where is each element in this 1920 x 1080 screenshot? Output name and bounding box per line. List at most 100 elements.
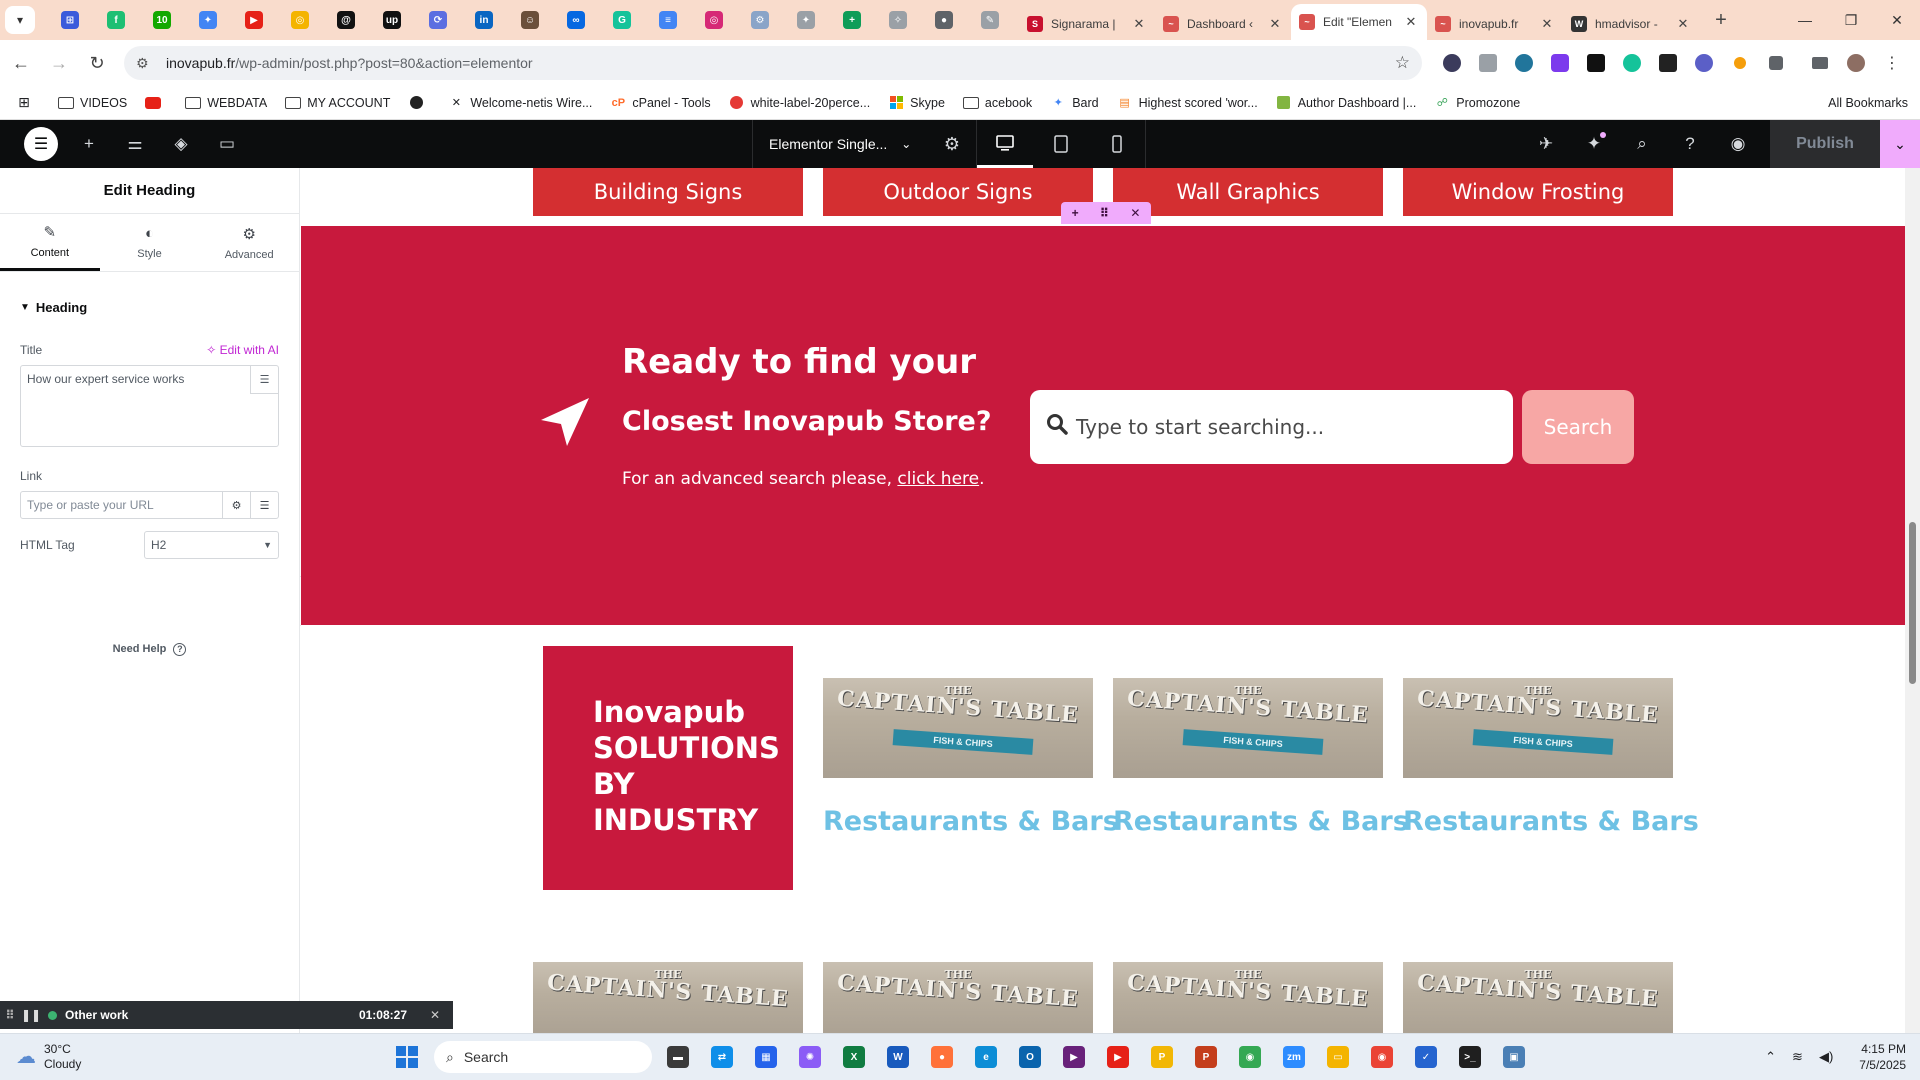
reading-list-icon[interactable] [1802, 48, 1838, 78]
tab-content[interactable]: ✎ Content [0, 214, 100, 271]
category-button[interactable]: Building Signs [533, 168, 803, 216]
clock[interactable]: 4:15 PM 7/5/2025 [1859, 1041, 1906, 1073]
add-element-icon[interactable]: + [66, 120, 112, 168]
taskbar-app[interactable]: ✓ [1404, 1040, 1448, 1074]
scrollbar-thumb[interactable] [1909, 522, 1916, 684]
html-tag-select[interactable]: H2 ▼ [144, 531, 279, 559]
pinned-tab[interactable]: 10 [139, 5, 185, 35]
mobile-view-icon[interactable] [1089, 120, 1145, 168]
store-search-input[interactable]: Type to start searching... [1030, 390, 1513, 464]
add-section-icon[interactable]: + [1072, 206, 1079, 220]
bookmark-item[interactable]: ✕ Welcome-netis Wire... [448, 96, 593, 110]
reload-button[interactable]: ↻ [80, 46, 114, 80]
extension-k-icon[interactable] [1434, 48, 1470, 78]
pinned-tab[interactable]: ⟳ [415, 5, 461, 35]
bookmark-item[interactable]: MY ACCOUNT [285, 96, 390, 110]
close-icon[interactable]: ✕ [425, 1008, 445, 1022]
bookmark-star-icon[interactable]: ☆ [1395, 53, 1410, 73]
taskbar-app[interactable]: ▶ [1096, 1040, 1140, 1074]
bookmark-item[interactable]: white-label-20perce... [729, 96, 870, 110]
industry-image[interactable]: THE CAPTAIN'S TABLE FISH & CHIPS [823, 678, 1093, 778]
industry-label[interactable]: Restaurants & Bars [1403, 806, 1699, 837]
delete-section-icon[interactable]: ✕ [1130, 206, 1140, 220]
pinned-tab[interactable]: ✧ [875, 5, 921, 35]
tab-advanced[interactable]: ⚙ Advanced [199, 214, 299, 271]
chrome-menu-icon[interactable]: ⋮ [1874, 48, 1910, 78]
wordpress-extension-icon[interactable] [1506, 48, 1542, 78]
pinned-tab[interactable]: ∞ [553, 5, 599, 35]
close-tab-icon[interactable]: ✕ [1675, 16, 1691, 32]
pinned-tab[interactable]: ≡ [645, 5, 691, 35]
bookmark-item[interactable] [145, 96, 167, 110]
bookmark-item[interactable]: cP cPanel - Tools [610, 96, 711, 110]
pinned-tab[interactable]: ⊞ [47, 5, 93, 35]
industry-label[interactable]: Restaurants & Bars [1113, 806, 1409, 837]
browser-tab[interactable]: ~ inovapub.fr ✕ [1427, 8, 1563, 40]
pinned-tab[interactable]: f [93, 5, 139, 35]
advanced-search-link[interactable]: click here [897, 469, 979, 489]
browser-tab[interactable]: ~ Dashboard ‹ ✕ [1155, 8, 1291, 40]
profile-avatar[interactable] [1838, 48, 1874, 78]
page-settings-gear-icon[interactable]: ⚙ [928, 120, 976, 168]
site-info-icon[interactable]: ⚙ [136, 55, 158, 72]
all-bookmarks[interactable]: All Bookmarks [1822, 96, 1908, 110]
close-tab-icon[interactable]: ✕ [1539, 16, 1555, 32]
whats-new-icon[interactable]: ✦ [1570, 120, 1618, 168]
taskbar-search[interactable]: ⌕ Search [434, 1041, 652, 1073]
minimize-button[interactable]: — [1782, 0, 1828, 40]
forward-button[interactable]: → [42, 46, 76, 80]
publish-options-chevron-icon[interactable]: ⌄ [1880, 120, 1920, 168]
weather-widget[interactable]: ☁ 30°C Cloudy [16, 1042, 81, 1072]
taskbar-app[interactable]: O [1008, 1040, 1052, 1074]
address-bar[interactable]: ⚙ inovapub.fr/wp-admin/post.php?post=80&… [124, 46, 1422, 80]
bookmark-item[interactable]: VIDEOS [58, 96, 127, 110]
purple-extension-icon[interactable] [1542, 48, 1578, 78]
taskbar-app[interactable]: ▭ [1316, 1040, 1360, 1074]
close-tab-icon[interactable]: ✕ [1267, 16, 1283, 32]
pinned-tab[interactable]: ⚙ [737, 5, 783, 35]
bookmark-item[interactable] [408, 96, 430, 110]
pinned-tab[interactable]: ▶ [231, 5, 277, 35]
chevron-up-icon[interactable]: ⌃ [1765, 1049, 1776, 1065]
tablet-view-icon[interactable] [1033, 120, 1089, 168]
structure-layers-icon[interactable]: ◈ [158, 120, 204, 168]
title-textarea[interactable]: How our expert service works ☰ [20, 365, 279, 447]
new-tab-button[interactable]: + [1707, 9, 1735, 32]
f-extension-icon[interactable] [1650, 48, 1686, 78]
publish-button[interactable]: Publish [1770, 120, 1880, 168]
comments-icon[interactable]: ▭ [204, 120, 250, 168]
pencil-extension-icon[interactable] [1722, 48, 1758, 78]
pinned-tab[interactable]: ☺ [507, 5, 553, 35]
browser-tab[interactable]: S Signarama | ✕ [1019, 8, 1155, 40]
taskbar-app[interactable]: zm [1272, 1040, 1316, 1074]
pinned-tab[interactable]: ✦ [185, 5, 231, 35]
link-url-input[interactable]: Type or paste your URL ⚙ ☰ [20, 491, 279, 519]
pinned-tab[interactable]: up [369, 5, 415, 35]
category-button[interactable]: Wall Graphics [1113, 168, 1383, 216]
taskbar-app[interactable]: ◉ [1360, 1040, 1404, 1074]
pinned-tab[interactable]: ✎ [967, 5, 1013, 35]
link-options-gear-icon[interactable]: ⚙ [222, 492, 250, 518]
apps-grid-icon[interactable]: ⊞ [16, 94, 38, 110]
bookmark-item[interactable]: WEBDATA [185, 96, 267, 110]
industry-label[interactable]: Restaurants & Bars [823, 806, 1119, 837]
tab-search-button[interactable]: ▾ [5, 6, 35, 34]
need-help-link[interactable]: Need Help ? [0, 643, 299, 656]
link-dynamic-tags-icon[interactable]: ☰ [250, 492, 278, 518]
preview-eye-icon[interactable]: ◉ [1714, 120, 1762, 168]
bookmark-item[interactable]: Skype [888, 96, 945, 110]
browser-tab[interactable]: Whmadvisor - ✕ [1563, 8, 1699, 40]
puzzle-extensions-icon[interactable] [1758, 48, 1794, 78]
taskbar-app[interactable]: e [964, 1040, 1008, 1074]
taskbar-app[interactable]: ✺ [788, 1040, 832, 1074]
industry-image[interactable]: THE CAPTAIN'S TABLE [533, 962, 803, 1033]
site-settings-icon[interactable]: ⚌ [112, 120, 158, 168]
pinned-tab[interactable]: ✦ [783, 5, 829, 35]
pinned-tab[interactable]: @ [323, 5, 369, 35]
pinned-tab[interactable]: + [829, 5, 875, 35]
desktop-view-icon[interactable] [977, 120, 1033, 168]
grammarly-extension-icon[interactable] [1614, 48, 1650, 78]
camera-extension-icon[interactable] [1470, 48, 1506, 78]
category-button[interactable]: Window Frosting [1403, 168, 1673, 216]
taskbar-app[interactable]: P [1184, 1040, 1228, 1074]
